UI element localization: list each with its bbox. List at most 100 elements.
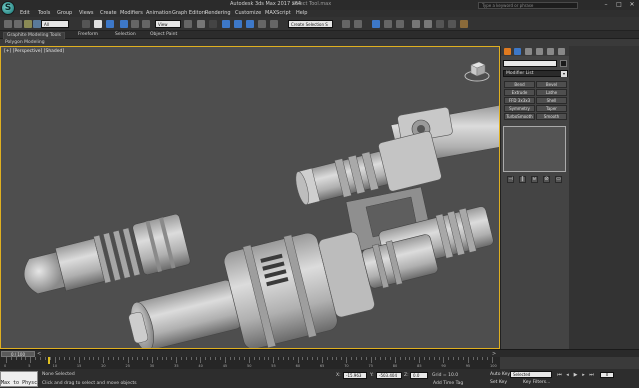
key-filters-button[interactable]: Key Filters... bbox=[523, 380, 550, 387]
render-icon[interactable] bbox=[460, 20, 468, 28]
x-coord-field[interactable]: -15.963 bbox=[343, 372, 367, 379]
link-icon[interactable] bbox=[24, 20, 32, 28]
modify-tab-icon[interactable] bbox=[514, 48, 521, 55]
modifier-button-turbosmooth[interactable]: TurboSmooth bbox=[504, 113, 535, 120]
menu-rendering[interactable]: Rendering bbox=[205, 10, 231, 17]
modifier-stack[interactable] bbox=[503, 126, 566, 172]
tab-selection[interactable]: Selection bbox=[115, 32, 136, 38]
go-to-start-icon[interactable]: ⏮ bbox=[556, 372, 563, 378]
modifier-button-symmetry[interactable]: Symmetry bbox=[504, 105, 535, 112]
menu-help[interactable]: Help bbox=[296, 10, 307, 17]
schematic-view-icon[interactable] bbox=[424, 20, 432, 28]
pin-stack-icon[interactable]: ⊣ bbox=[507, 176, 514, 183]
tab-object-paint[interactable]: Object Paint bbox=[150, 32, 177, 38]
layer-select[interactable]: All bbox=[41, 20, 69, 28]
key-mode-select[interactable]: Selected bbox=[510, 371, 552, 378]
render-setup-icon[interactable] bbox=[448, 20, 456, 28]
chevron-down-icon: ▾ bbox=[561, 71, 567, 77]
previous-frame-icon[interactable]: ◂ bbox=[564, 372, 571, 378]
modifier-list-dropdown[interactable]: Modifier List ▾ bbox=[503, 70, 568, 77]
curve-editor-icon[interactable] bbox=[412, 20, 420, 28]
polygon-modeling-panel[interactable]: Polygon Modeling bbox=[5, 39, 45, 46]
menu-group[interactable]: Group bbox=[57, 10, 72, 17]
y-coord-field[interactable]: -503.404 bbox=[376, 372, 402, 379]
create-tab-icon[interactable] bbox=[504, 48, 511, 55]
named-selection-set-select[interactable]: Create Selection S bbox=[288, 20, 333, 28]
material-editor-icon[interactable] bbox=[436, 20, 444, 28]
align-icon[interactable] bbox=[354, 20, 362, 28]
keyboard-shortcut-icon[interactable] bbox=[209, 20, 217, 28]
time-slider[interactable]: < 0 / 100 > bbox=[0, 349, 639, 357]
graphite-toggle-icon[interactable] bbox=[396, 20, 404, 28]
timeline-tick bbox=[326, 357, 328, 360]
set-key-button[interactable]: Set Key bbox=[490, 380, 507, 387]
modifier-button-bend[interactable]: Bend bbox=[504, 81, 535, 88]
z-coord-field[interactable]: 0.0 bbox=[410, 372, 428, 379]
next-frame-icon[interactable]: ▸ bbox=[580, 372, 587, 378]
percent-snap-icon[interactable] bbox=[246, 20, 254, 28]
menu-animation[interactable]: Animation bbox=[146, 10, 172, 17]
timeline-tick bbox=[433, 357, 435, 360]
mirror-icon[interactable] bbox=[342, 20, 350, 28]
menu-views[interactable]: Views bbox=[79, 10, 93, 17]
hierarchy-tab-icon[interactable] bbox=[525, 48, 532, 55]
scene-explorer-icon[interactable] bbox=[372, 20, 380, 28]
scale-icon[interactable] bbox=[142, 20, 150, 28]
select-by-name-icon[interactable] bbox=[94, 20, 102, 28]
unlink-icon[interactable] bbox=[33, 20, 41, 28]
auto-key-button[interactable]: Auto Key bbox=[490, 372, 510, 379]
timeline-tick bbox=[253, 357, 255, 360]
current-frame-field[interactable]: 0 bbox=[600, 372, 614, 378]
menu-modifiers[interactable]: Modifiers bbox=[120, 10, 143, 17]
angle-snap-icon[interactable] bbox=[234, 20, 242, 28]
menu-create[interactable]: Create bbox=[100, 10, 117, 17]
go-to-end-icon[interactable]: ⏭ bbox=[588, 372, 595, 378]
select-object-icon[interactable] bbox=[82, 20, 90, 28]
move-icon[interactable] bbox=[120, 20, 128, 28]
maximize-button[interactable]: □ bbox=[614, 1, 624, 8]
modifier-button-lathe[interactable]: Lathe bbox=[536, 89, 567, 96]
menu-customize[interactable]: Customize bbox=[235, 10, 261, 17]
show-end-result-icon[interactable]: ‖ bbox=[519, 176, 526, 183]
track-bar[interactable]: 0 5 10 15 20 25 30 35 40 45 50 55 60 65 70 75 80 85 90 95 10… bbox=[0, 357, 500, 369]
menu-maxscript[interactable]: MAXScript bbox=[265, 10, 291, 17]
modifier-button-smooth[interactable]: Smooth bbox=[536, 113, 567, 120]
timeline-tick bbox=[15, 357, 17, 360]
redo-icon[interactable] bbox=[14, 20, 22, 28]
search-input[interactable]: Type a keyword or phrase bbox=[478, 2, 578, 9]
add-time-tag-button[interactable]: Add Time Tag bbox=[433, 381, 463, 386]
modifier-button-taper[interactable]: Taper bbox=[536, 105, 567, 112]
menu-tools[interactable]: Tools bbox=[38, 10, 50, 17]
display-tab-icon[interactable] bbox=[547, 48, 554, 55]
menu-graph-editors[interactable]: Graph Editors bbox=[172, 10, 206, 17]
object-color-swatch[interactable] bbox=[560, 60, 567, 67]
modifier-button-shell[interactable]: Shell bbox=[536, 97, 567, 104]
select-manipulate-icon[interactable] bbox=[197, 20, 205, 28]
modifier-button-ffd[interactable]: FFD 3x3x3 bbox=[504, 97, 535, 104]
configure-modifier-sets-icon[interactable]: ▭ bbox=[555, 176, 562, 183]
edit-named-selection-icon[interactable] bbox=[270, 20, 278, 28]
app-logo-icon[interactable]: S bbox=[1, 1, 15, 15]
make-unique-icon[interactable]: ⊎ bbox=[531, 176, 538, 183]
pivot-icon[interactable] bbox=[184, 20, 192, 28]
play-icon[interactable]: ▶ bbox=[572, 372, 579, 378]
close-button[interactable]: ✕ bbox=[627, 1, 637, 8]
utilities-tab-icon[interactable] bbox=[558, 48, 565, 55]
menu-edit[interactable]: Edit bbox=[20, 10, 30, 17]
modifier-button-extrude[interactable]: Extrude bbox=[504, 89, 535, 96]
spinner-snap-icon[interactable] bbox=[258, 20, 266, 28]
reference-coordinate-select[interactable]: View bbox=[155, 20, 181, 28]
snap-toggle-icon[interactable] bbox=[222, 20, 230, 28]
layer-explorer-icon[interactable] bbox=[384, 20, 392, 28]
undo-icon[interactable] bbox=[4, 20, 12, 28]
mechanical-model[interactable] bbox=[1, 47, 500, 349]
rotate-icon[interactable] bbox=[131, 20, 139, 28]
object-name-field[interactable] bbox=[503, 60, 557, 67]
minimize-button[interactable]: – bbox=[601, 1, 611, 8]
modifier-button-bevel[interactable]: Bevel bbox=[536, 81, 567, 88]
motion-tab-icon[interactable] bbox=[536, 48, 543, 55]
region-select-icon[interactable] bbox=[106, 20, 114, 28]
perspective-viewport[interactable]: [+] [Perspective] [Shaded] bbox=[0, 46, 500, 349]
remove-modifier-icon[interactable]: ⊘ bbox=[543, 176, 550, 183]
tab-freeform[interactable]: Freeform bbox=[78, 32, 98, 38]
